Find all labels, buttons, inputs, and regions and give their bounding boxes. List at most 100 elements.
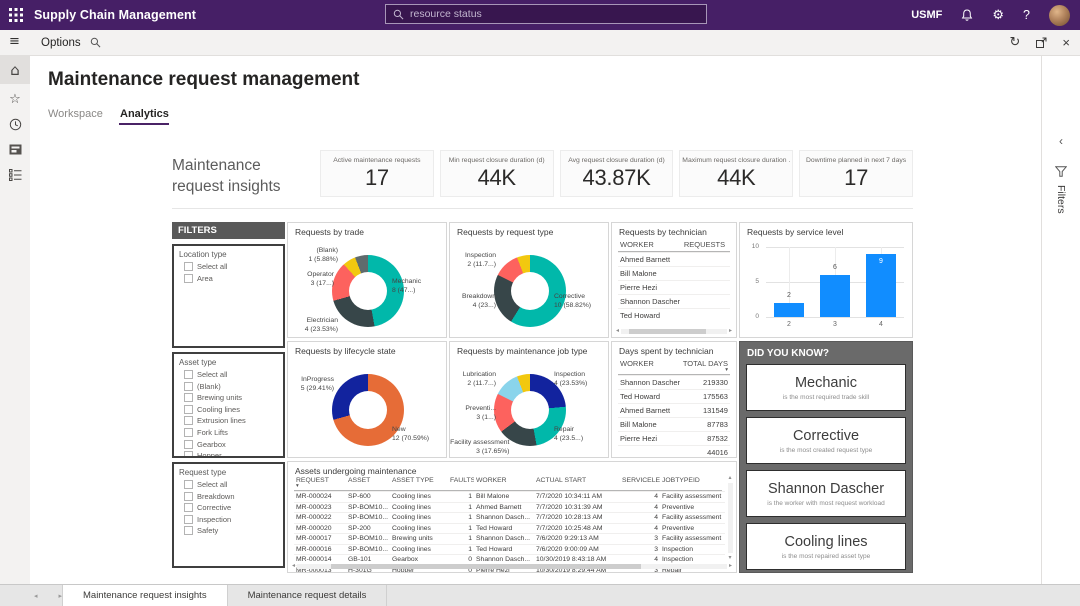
filter-option[interactable]: (Blank) [184,382,283,391]
filter-option[interactable]: Area [184,274,283,283]
table-row[interactable]: Ted Howard [618,308,730,322]
workspaces-icon[interactable] [0,137,30,162]
column-header[interactable]: REQUESTS [682,239,730,252]
filters-rail-label[interactable]: Filters [1055,185,1067,214]
column-header[interactable]: ACTUAL START [534,476,620,491]
table-row[interactable]: MR-000024SP-600Cooling lines1Bill Malone… [294,491,725,502]
table-row[interactable]: Shannon Dascher219330 [618,375,730,389]
table-row[interactable]: Ahmed Barnett [618,252,730,266]
column-header[interactable]: WORKER [618,239,682,252]
recent-clock-icon[interactable] [0,112,30,137]
filter-option[interactable]: Brewing units [184,393,283,402]
page-search-icon[interactable] [90,37,101,48]
tab-workspace[interactable]: Workspace [48,108,103,120]
checkbox-icon[interactable] [184,526,193,535]
table-row[interactable]: MR-000023SP-BOM10...Cooling lines1Ahmed … [294,502,725,513]
column-header[interactable]: JOBTYPEID [660,476,722,491]
favorites-star-icon[interactable]: ☆ [0,87,30,112]
horizontal-scrollbar[interactable]: ◂▸ [616,327,732,335]
checkbox-icon[interactable] [184,503,193,512]
table-row[interactable]: MR-000017SP-BOM10...Brewing units1Shanno… [294,533,725,544]
modules-list-icon[interactable] [0,162,30,187]
bar[interactable] [774,303,804,317]
app-launcher-icon[interactable] [9,8,23,22]
filter-option[interactable]: Extrusion lines [184,416,283,425]
table-row[interactable]: MR-000016SP-BOM10...Cooling lines1Ted Ho… [294,544,725,555]
options-menu[interactable]: Options [41,37,81,49]
filter-option[interactable]: Gearbox [184,440,283,449]
checkbox-icon[interactable] [184,492,193,501]
column-header[interactable]: REQUEST▾ [294,476,346,491]
company-selector[interactable]: USMF [911,9,942,21]
scrollbar-thumb[interactable] [331,564,641,569]
filter-option[interactable]: Select all [184,370,283,379]
checkbox-icon[interactable] [184,393,193,402]
column-header[interactable]: WORKER [474,476,534,491]
checkbox-icon[interactable] [184,480,193,489]
table-row[interactable]: Pierre Hezi [618,280,730,294]
column-header[interactable]: FAULTS [448,476,474,491]
bottom-tab[interactable]: Maintenance request insights [62,585,228,606]
checkbox-icon[interactable] [184,262,193,271]
column-header[interactable]: TOTAL DAYS▾ [680,358,730,375]
scroll-down-arrow[interactable]: ▾ [728,555,731,561]
scroll-up-arrow[interactable]: ▴ [728,475,731,481]
table-row[interactable]: Pierre Hezi87532 [618,431,730,445]
chevron-left-icon[interactable]: ‹ [1059,134,1063,148]
checkbox-icon[interactable] [184,428,193,437]
settings-gear-icon[interactable]: ⚙ [992,8,1004,23]
checkbox-icon[interactable] [184,515,193,524]
filter-option[interactable]: Select all [184,262,283,271]
refresh-icon[interactable]: ↻ [1010,35,1021,50]
scroll-left-arrow[interactable]: ◂ [292,563,295,569]
scroll-left-arrow[interactable]: ◂ [616,328,619,334]
scrollbar-track[interactable] [621,329,727,334]
scrollbar-thumb[interactable] [629,329,705,334]
tab-scroll-left-arrow[interactable]: ◂ [34,592,38,600]
column-header[interactable]: SERVICELEVEL [620,476,660,491]
filter-option[interactable]: Hopper [184,451,283,458]
filter-option[interactable]: Cooling lines [184,405,283,414]
vertical-scrollbar[interactable]: ▴▾ [726,475,734,561]
checkbox-icon[interactable] [184,382,193,391]
filter-option[interactable]: Breakdown [184,492,283,501]
notifications-bell-icon[interactable] [961,9,973,22]
table-row[interactable]: MR-000022SP-BOM10...Cooling lines1Shanno… [294,512,725,523]
column-header[interactable]: WORKER [618,358,680,375]
scroll-right-arrow[interactable]: ▸ [729,563,732,569]
filter-option[interactable]: Corrective [184,503,283,512]
help-icon[interactable]: ? [1023,8,1030,22]
checkbox-icon[interactable] [184,440,193,449]
checkbox-icon[interactable] [184,416,193,425]
checkbox-icon[interactable] [184,370,193,379]
filter-funnel-icon[interactable] [1055,166,1067,177]
table-row[interactable]: Bill Malone87783 [618,417,730,431]
table-row[interactable]: Shannon Dascher [618,294,730,308]
popout-icon[interactable] [1035,37,1047,49]
hamburger-menu-icon[interactable]: ≡ [9,34,20,49]
table-row[interactable]: MR-000020SP-200Cooling lines1Ted Howard7… [294,523,725,534]
tab-analytics[interactable]: Analytics [120,108,169,120]
bar[interactable] [820,275,850,317]
close-icon[interactable]: × [1062,35,1070,50]
table-row[interactable]: Bill Malone [618,266,730,280]
filter-option[interactable]: Select all [184,480,283,489]
filter-option[interactable]: Inspection [184,515,283,524]
table-row[interactable]: 44016 [618,445,730,458]
scrollbar-track[interactable] [297,564,727,569]
checkbox-icon[interactable] [184,451,193,458]
scroll-right-arrow[interactable]: ▸ [729,328,732,334]
bottom-tab[interactable]: Maintenance request details [228,585,388,606]
table-row[interactable]: Ted Howard175563 [618,389,730,403]
horizontal-scrollbar[interactable]: ◂▸ [292,562,732,570]
checkbox-icon[interactable] [184,274,193,283]
user-avatar[interactable] [1049,5,1070,26]
global-search-input[interactable]: resource status [385,4,707,24]
filter-option[interactable]: Safety [184,526,283,535]
filter-option[interactable]: Fork Lifts [184,428,283,437]
scrollbar-track[interactable] [728,483,733,553]
home-icon[interactable]: ⌂ [0,56,30,84]
table-row[interactable]: Ahmed Barnett131549 [618,403,730,417]
column-header[interactable]: ASSET TYPE [390,476,448,491]
column-header[interactable]: ASSET [346,476,390,491]
